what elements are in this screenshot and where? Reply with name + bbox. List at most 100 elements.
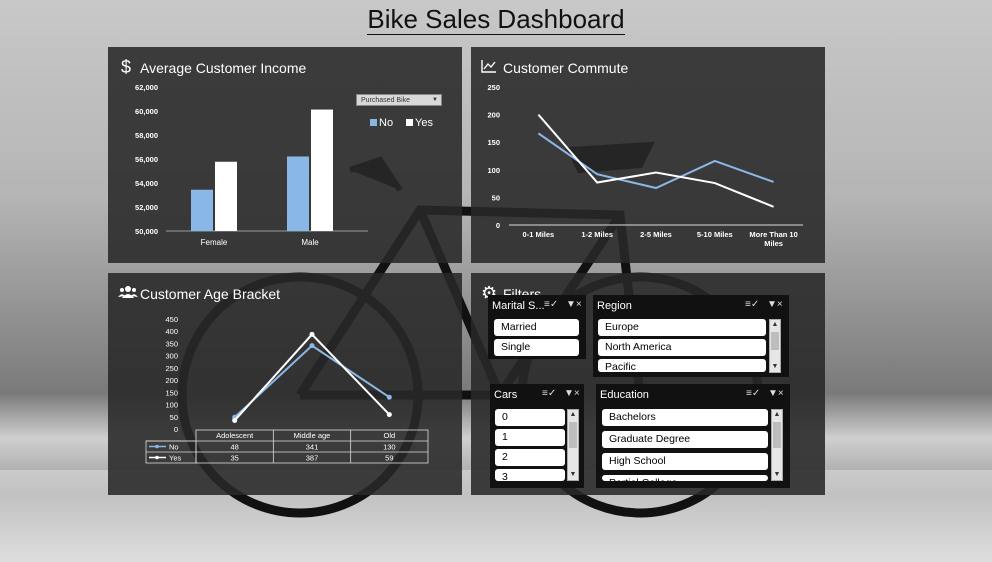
age-line-chart: 0 50 100 150 200 250 300 350 400 450 Adolescent Mid…	[145, 315, 429, 464]
x-tick-label: 0-1 Miles	[523, 230, 555, 239]
y-tick-label: 58,000	[135, 131, 158, 140]
y-tick-label: 100	[487, 166, 500, 175]
region-scrollbar[interactable]: ▲ ▼	[769, 319, 781, 373]
x-tick-label: More Than 10	[749, 230, 797, 239]
clear-filter-icon[interactable]: ▼×	[564, 388, 580, 399]
data-table-cell: 35	[230, 454, 238, 463]
clear-filter-icon[interactable]: ▼×	[566, 299, 582, 310]
y-tick-label: 50	[492, 193, 500, 202]
income-bar-chart: 50,000 52,000 54,000 56,000 58,000 60,000 62,0…	[135, 83, 433, 247]
slicer-item[interactable]: North America	[598, 339, 766, 356]
income-panel: $ Average Customer Income Purchased Bike…	[108, 47, 462, 263]
slicer-header: Region	[597, 300, 632, 312]
legend-label: No	[379, 117, 393, 129]
data-table-header: Old	[383, 431, 395, 440]
y-tick-label: 150	[165, 388, 178, 397]
slicer-item[interactable]: Pacific	[598, 359, 766, 372]
y-tick-label: 450	[165, 315, 178, 324]
y-tick-label: 200	[165, 376, 178, 385]
scroll-up-icon[interactable]: ▲	[770, 320, 780, 330]
x-tick-label: 2-5 Miles	[640, 230, 672, 239]
y-tick-label: 400	[165, 327, 178, 336]
data-point-yes	[386, 412, 392, 418]
multi-select-icon[interactable]: ≡✓	[746, 388, 760, 399]
series-line-yes	[537, 113, 774, 208]
slicer-item[interactable]: 2	[495, 449, 565, 466]
series-line-no	[537, 132, 774, 190]
y-tick-label: 0	[174, 425, 178, 434]
dashboard-title: Bike Sales Dashboard	[367, 4, 625, 35]
data-table-header: Middle age	[294, 431, 331, 440]
scroll-up-icon[interactable]: ▲	[772, 410, 782, 420]
clear-filter-icon[interactable]: ▼×	[767, 299, 783, 310]
marital-status-slicer: Marital S... ≡✓ ▼× Married Single	[488, 295, 586, 359]
slicer-item[interactable]: Bachelors	[602, 409, 768, 426]
data-table-cell: 48	[230, 443, 238, 452]
y-tick-label: 60,000	[135, 107, 158, 116]
slicer-item[interactable]: Partial College	[602, 475, 768, 481]
y-tick-label: 300	[165, 352, 178, 361]
data-point-no	[309, 343, 315, 349]
data-point-yes	[232, 417, 238, 423]
age-panel: Customer Age Bracket 0 50 100 150 200 250 300 3…	[108, 273, 462, 495]
scroll-down-icon[interactable]: ▼	[770, 362, 780, 372]
y-tick-label: 50	[170, 413, 178, 422]
series-line-no	[233, 344, 390, 419]
education-scrollbar[interactable]: ▲ ▼	[771, 409, 783, 481]
legend-swatch	[406, 119, 413, 126]
data-table-cell: 341	[306, 443, 319, 452]
y-tick-label: 62,000	[135, 83, 158, 92]
multi-select-icon[interactable]: ≡✓	[542, 388, 556, 399]
x-tick-label: Female	[201, 238, 228, 247]
region-slicer: Region ≡✓ ▼× Europe North America Pacifi…	[593, 295, 789, 377]
slicer-item[interactable]: 1	[495, 429, 565, 446]
data-table-cell: 387	[306, 454, 319, 463]
slicer-item[interactable]: Europe	[598, 319, 766, 336]
slicer-item[interactable]: Married	[494, 319, 579, 336]
data-point-yes	[309, 331, 315, 337]
y-tick-label: 250	[487, 83, 500, 92]
bar-yes	[311, 109, 333, 231]
y-tick-label: 250	[165, 364, 178, 373]
slicer-item[interactable]: Single	[494, 339, 579, 356]
x-tick-label: Miles	[764, 239, 783, 248]
clear-filter-icon[interactable]: ▼×	[768, 388, 784, 399]
multi-select-icon[interactable]: ≡✓	[745, 299, 759, 310]
cars-slicer: Cars ≡✓ ▼× 0 1 2 3 ▲ ▼	[490, 384, 584, 488]
y-tick-label: 350	[165, 339, 178, 348]
bar-no	[287, 156, 309, 231]
slicer-header: Education	[600, 389, 649, 401]
scroll-up-icon[interactable]: ▲	[568, 410, 578, 420]
data-table-legend-marker	[155, 444, 159, 449]
bar-no	[191, 189, 213, 231]
commute-line-chart: 0 50 100 150 200 250 0-1 Miles 1-2 Miles 2-5 Mil…	[487, 83, 803, 248]
x-tick-label: Male	[301, 238, 319, 247]
y-tick-label: 52,000	[135, 203, 158, 212]
scroll-down-icon[interactable]: ▼	[772, 470, 782, 480]
cars-scrollbar[interactable]: ▲ ▼	[567, 409, 579, 481]
slicer-item[interactable]: High School	[602, 453, 768, 470]
x-tick-label: 1-2 Miles	[581, 230, 613, 239]
data-table-series-label: Yes	[169, 454, 181, 463]
y-tick-label: 54,000	[135, 179, 158, 188]
y-tick-label: 100	[165, 401, 178, 410]
education-slicer: Education ≡✓ ▼× Bachelors Graduate Degre…	[596, 384, 790, 488]
multi-select-icon[interactable]: ≡✓	[544, 299, 558, 310]
slicer-header: Marital S...	[492, 300, 545, 312]
y-tick-label: 0	[496, 221, 500, 230]
legend-swatch	[370, 119, 377, 126]
data-table-legend-marker	[155, 455, 159, 460]
slicer-item[interactable]: Graduate Degree	[602, 431, 768, 448]
y-tick-label: 50,000	[135, 227, 158, 236]
x-tick-label: 5-10 Miles	[697, 230, 733, 239]
data-point-no	[386, 394, 392, 400]
y-tick-label: 56,000	[135, 155, 158, 164]
y-tick-label: 150	[487, 138, 500, 147]
bar-yes	[215, 161, 237, 231]
data-table-series-label: No	[169, 443, 179, 452]
slicer-header: Cars	[494, 389, 518, 401]
slicer-item[interactable]: 3	[495, 469, 565, 481]
scroll-down-icon[interactable]: ▼	[568, 470, 578, 480]
slicer-item[interactable]: 0	[495, 409, 565, 426]
data-table-cell: 130	[383, 443, 396, 452]
